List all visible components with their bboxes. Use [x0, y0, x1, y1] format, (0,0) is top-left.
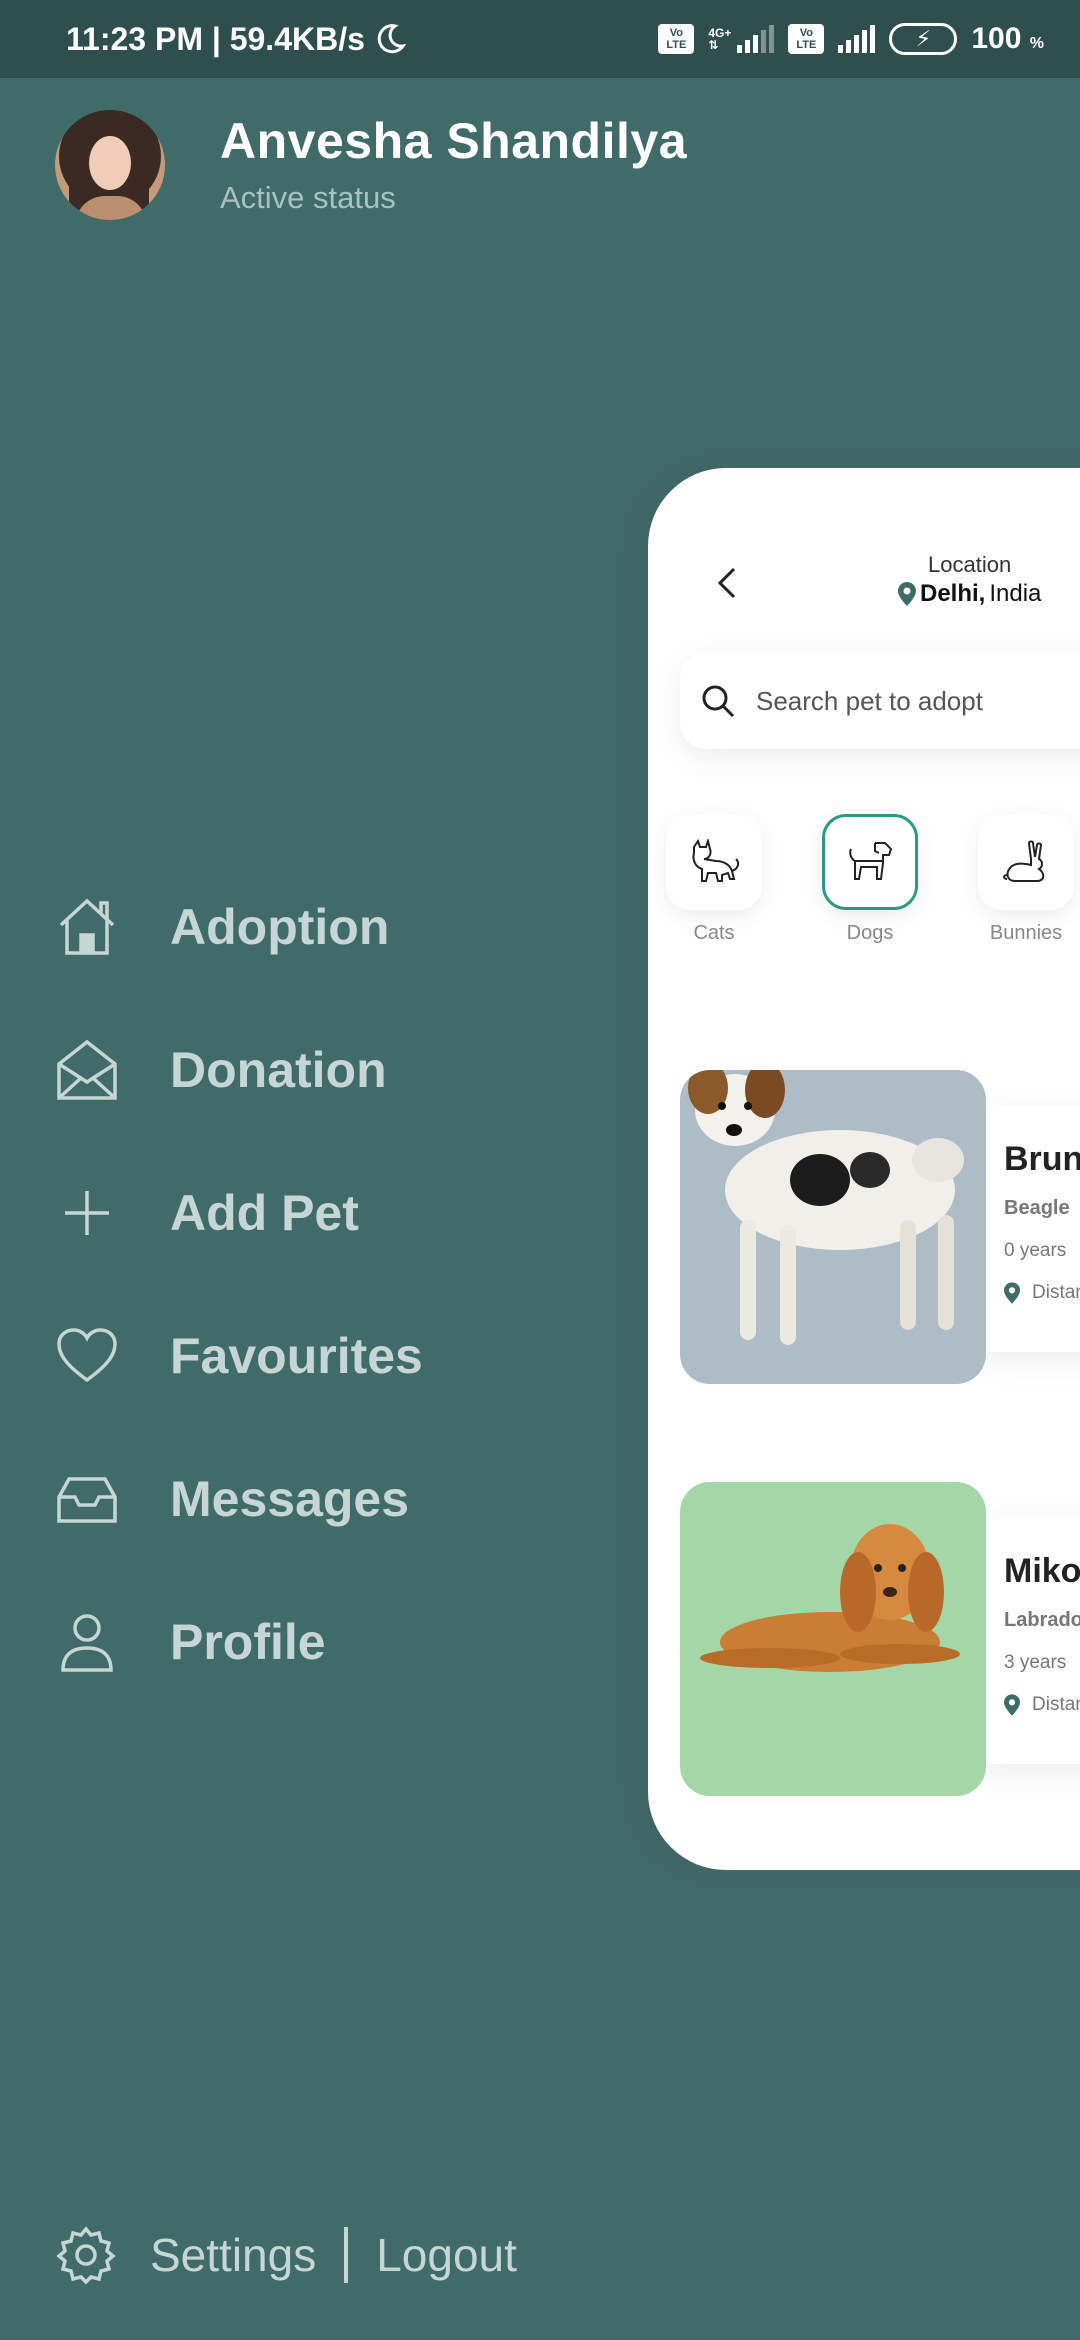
- volte-icon: Vo LTE: [658, 24, 695, 54]
- pet-card-info[interactable]: Miko Labrador 3 years Distance: [980, 1518, 1080, 1764]
- avatar[interactable]: [55, 110, 165, 220]
- heart-icon: [54, 1323, 120, 1389]
- drawer-menu: Adoption Donation Add Pet Favourites Mes…: [54, 855, 423, 1713]
- dog-icon: [849, 842, 893, 880]
- category-dogs[interactable]: Dogs: [822, 814, 918, 945]
- menu-item-donation[interactable]: Donation: [54, 998, 423, 1141]
- pet-breed: Beagle: [1004, 1197, 1070, 1219]
- battery-percent: 100 %: [971, 22, 1044, 55]
- menu-label: Profile: [170, 1613, 326, 1670]
- app-preview-card[interactable]: Location Delhi, India Search pet to adop…: [648, 468, 1080, 1870]
- plus-icon: [54, 1180, 120, 1246]
- user-icon: [54, 1609, 120, 1675]
- pet-image-dog-labrador[interactable]: [680, 1482, 986, 1796]
- user-name: Anvesha Shandilya: [220, 113, 687, 169]
- search-icon: [702, 685, 735, 718]
- location-value[interactable]: Delhi, India: [898, 580, 1041, 608]
- menu-item-add-pet[interactable]: Add Pet: [54, 1141, 423, 1284]
- rabbit-icon: [1003, 840, 1045, 882]
- category-box-active: [822, 814, 918, 910]
- menu-label: Adoption: [170, 898, 390, 955]
- pet-breed: Labrador: [1004, 1609, 1080, 1631]
- menu-item-favourites[interactable]: Favourites: [54, 1284, 423, 1427]
- network-type: 4G+ ⇅: [708, 26, 732, 52]
- search-bar[interactable]: Search pet to adopt: [680, 653, 1080, 749]
- pet-name: Bruno: [1004, 1140, 1080, 1178]
- category-box: [666, 814, 762, 910]
- pet-card-info[interactable]: Bruno Beagle 0 years Distance: [980, 1106, 1080, 1352]
- category-label: Dogs: [846, 922, 894, 944]
- status-bar: 11:23 PM | 59.4KB/s Vo LTE 4G+ ⇅ Vo LTE ⚡ 1…: [0, 0, 1080, 78]
- volte-icon-2: Vo LTE: [788, 24, 825, 54]
- inbox-icon: [54, 1466, 120, 1532]
- category-cats[interactable]: Cats: [666, 814, 762, 945]
- menu-label: Favourites: [170, 1327, 423, 1384]
- location-pin-icon: [898, 582, 916, 606]
- pet-age: 3 years: [1004, 1652, 1067, 1673]
- menu-label: Messages: [170, 1470, 410, 1527]
- menu-label: Donation: [170, 1041, 387, 1098]
- menu-label: Add Pet: [170, 1184, 359, 1241]
- category-label: Bunnies: [989, 922, 1063, 944]
- pet-name: Miko: [1004, 1552, 1080, 1590]
- cat-icon: [692, 839, 740, 882]
- search-placeholder: Search pet to adopt: [756, 685, 983, 716]
- location-country: India: [989, 580, 1042, 607]
- settings-link[interactable]: Settings: [150, 2228, 316, 2282]
- location-city: Delhi,: [920, 580, 986, 607]
- user-status: Active status: [220, 180, 396, 215]
- battery-icon: ⚡: [889, 23, 958, 55]
- logout-link[interactable]: Logout: [376, 2228, 517, 2282]
- drawer-footer: Settings Logout: [56, 2220, 517, 2290]
- menu-item-adoption[interactable]: Adoption: [54, 855, 423, 998]
- status-bar-left: 11:23 PM | 59.4KB/s: [66, 21, 407, 58]
- status-bar-right: Vo LTE 4G+ ⇅ Vo LTE ⚡ 100 %: [658, 22, 1044, 56]
- pet-age: 0 years: [1004, 1240, 1067, 1261]
- moon-icon: [377, 24, 407, 54]
- pet-distance: Distance: [1004, 1282, 1080, 1304]
- category-box: [978, 814, 1074, 910]
- category-bunnies[interactable]: Bunnies: [978, 814, 1074, 945]
- footer-divider: [344, 2227, 349, 2283]
- pet-image-dog-beagle[interactable]: [680, 1070, 986, 1384]
- menu-item-messages[interactable]: Messages: [54, 1427, 423, 1570]
- signal-icon: [737, 25, 775, 53]
- home-icon: [54, 894, 120, 960]
- signal-icon-2: [838, 25, 876, 53]
- category-label: Cats: [693, 922, 735, 944]
- location-pin-icon: [1004, 1282, 1020, 1304]
- location-title: Location: [928, 552, 1012, 577]
- gear-icon[interactable]: [56, 2225, 116, 2285]
- envelope-open-icon: [54, 1037, 120, 1103]
- pet-distance: Distance: [1004, 1694, 1080, 1716]
- back-arrow-icon[interactable]: [708, 563, 748, 603]
- location-pin-icon: [1004, 1694, 1020, 1716]
- time-and-speed: 11:23 PM | 59.4KB/s: [66, 20, 365, 57]
- menu-item-profile[interactable]: Profile: [54, 1570, 423, 1713]
